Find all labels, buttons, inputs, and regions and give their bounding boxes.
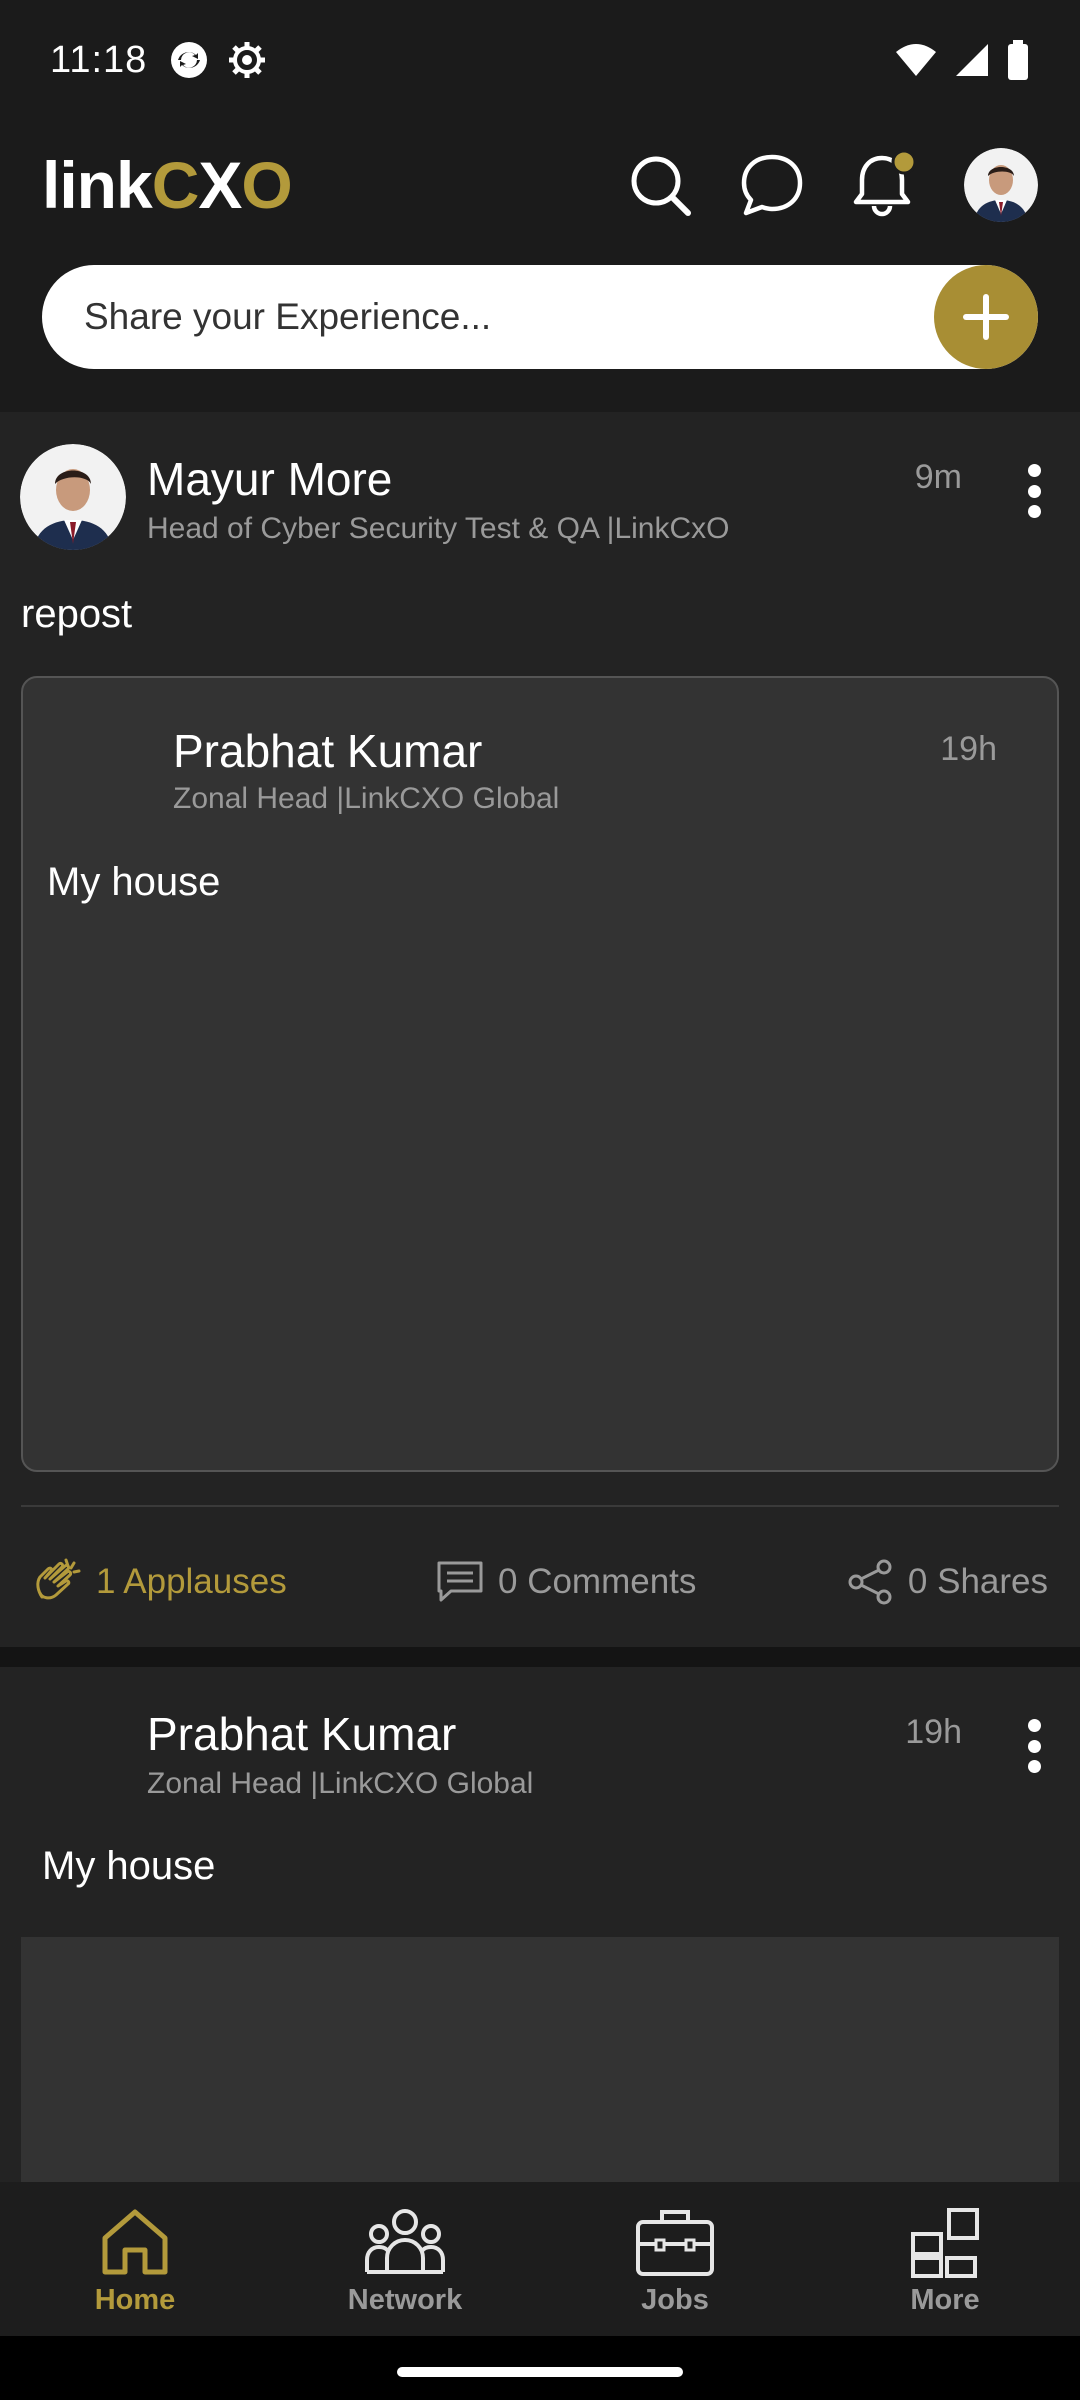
search-icon[interactable] xyxy=(628,153,692,217)
nav-more-label: More xyxy=(910,2284,980,2316)
logo-text-x: X xyxy=(198,148,242,222)
feed-post: Mayur More Head of Cyber Security Test &… xyxy=(0,412,1080,1647)
nav-network-label: Network xyxy=(347,2284,463,2316)
notification-bell-icon[interactable] xyxy=(852,150,916,220)
status-time: 11:18 xyxy=(50,38,148,81)
logo-text-link: link xyxy=(42,148,153,222)
chat-bubble-icon[interactable] xyxy=(740,153,804,217)
share-button[interactable]: 0 Shares xyxy=(846,1532,1048,1632)
nav-home[interactable]: Home xyxy=(0,2182,270,2336)
post-actions: 1 Applauses 0 Comments 0 Shares xyxy=(0,1532,1080,1632)
post-author-name[interactable]: Mayur More xyxy=(147,452,392,506)
comment-icon xyxy=(437,1561,483,1602)
post-author-headline: Head of Cyber Security Test & QA |LinkCx… xyxy=(147,512,730,545)
post-time: 19h xyxy=(905,1713,962,1751)
network-icon xyxy=(365,2209,445,2274)
jobs-icon xyxy=(636,2210,714,2276)
shares-count: 0 Shares xyxy=(907,1562,1048,1601)
applause-icon xyxy=(36,1558,81,1600)
nav-jobs[interactable]: Jobs xyxy=(540,2182,810,2336)
logo-text-c: C xyxy=(151,148,200,222)
nav-network[interactable]: Network xyxy=(270,2182,540,2336)
top-bar: link C X O xyxy=(0,130,1080,240)
post-header: Prabhat Kumar Zonal Head |LinkCXO Global… xyxy=(0,1667,1080,1807)
repost-author-name[interactable]: Prabhat Kumar xyxy=(173,724,482,778)
divider xyxy=(21,1505,1059,1507)
kebab-dot xyxy=(1027,484,1041,498)
home-icon xyxy=(102,2209,168,2275)
create-post-button[interactable] xyxy=(934,265,1038,369)
kebab-dot xyxy=(1027,1719,1041,1732)
status-icons-left xyxy=(169,40,267,80)
kebab-dot xyxy=(1027,505,1041,518)
post-header: Mayur More Head of Cyber Security Test &… xyxy=(0,412,1080,552)
more-icon xyxy=(911,2208,979,2278)
home-gesture-handle[interactable] xyxy=(397,2367,683,2377)
post-options-menu[interactable] xyxy=(1022,1719,1046,1773)
post-author-name[interactable]: Prabhat Kumar xyxy=(147,1707,456,1761)
feed: Mayur More Head of Cyber Security Test &… xyxy=(0,412,1080,2182)
kebab-dot xyxy=(1027,1739,1041,1753)
linkcxo-logo[interactable]: link C X O xyxy=(42,147,293,223)
app-root: 11:18 link C X O Share your Experience..… xyxy=(0,0,1080,2400)
nav-jobs-label: Jobs xyxy=(641,2284,709,2316)
post-options-menu[interactable] xyxy=(1022,464,1046,518)
post-text: repost xyxy=(21,592,133,636)
comments-button[interactable]: 0 Comments xyxy=(436,1532,696,1632)
post-media[interactable] xyxy=(21,1937,1059,2182)
logo-text-o: O xyxy=(241,148,292,222)
share-placeholder: Share your Experience... xyxy=(84,296,492,337)
post-author-headline: Zonal Head |LinkCXO Global xyxy=(147,1767,534,1800)
share-icon xyxy=(848,1559,892,1605)
kebab-dot xyxy=(1027,1760,1041,1773)
status-bar: 11:18 xyxy=(0,0,1080,120)
post-text: My house xyxy=(42,1844,216,1888)
nav-home-label: Home xyxy=(94,2284,176,2316)
comments-count: 0 Comments xyxy=(498,1562,697,1601)
reposted-post-card[interactable]: Prabhat Kumar Zonal Head |LinkCXO Global… xyxy=(21,676,1059,1472)
repost-time: 19h xyxy=(940,730,997,768)
nav-more[interactable]: More xyxy=(810,2182,1080,2336)
author-avatar[interactable] xyxy=(20,444,126,550)
settings-gear-icon xyxy=(229,42,266,78)
post-time: 9m xyxy=(914,458,962,496)
applause-button[interactable]: 1 Applauses xyxy=(32,1532,287,1632)
battery-icon xyxy=(1008,40,1028,80)
cellular-signal-icon xyxy=(956,44,988,76)
bottom-navigation: Home Network Jobs More xyxy=(0,2182,1080,2336)
top-actions xyxy=(628,148,1038,222)
repost-author-headline: Zonal Head |LinkCXO Global xyxy=(173,782,560,815)
share-experience-input[interactable]: Share your Experience... xyxy=(42,265,1038,369)
status-icons-right xyxy=(894,40,1030,80)
wifi-icon xyxy=(896,44,936,76)
plus-icon xyxy=(963,294,1009,340)
profile-avatar[interactable] xyxy=(964,148,1038,222)
feed-post: Prabhat Kumar Zonal Head |LinkCXO Global… xyxy=(0,1667,1080,2182)
applause-count: 1 Applauses xyxy=(96,1562,287,1601)
sync-icon xyxy=(171,42,208,78)
kebab-dot xyxy=(1027,464,1041,477)
repost-text: My house xyxy=(47,860,221,904)
